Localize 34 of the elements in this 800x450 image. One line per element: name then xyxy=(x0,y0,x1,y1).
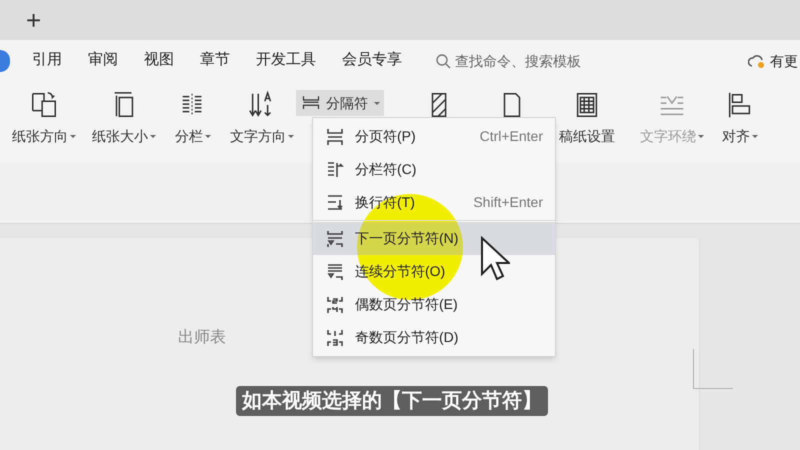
video-subtitle: 如本视频选择的【下一页分节符】 xyxy=(236,386,548,416)
mouse-cursor-icon xyxy=(480,236,510,282)
menu-item[interactable]: 偶数页分节符(E) xyxy=(313,288,555,321)
menu-tab[interactable]: 开发工具 xyxy=(244,48,328,74)
menu-tab[interactable]: 会员专享 xyxy=(330,48,414,74)
search-icon xyxy=(436,54,451,68)
line-break-icon xyxy=(325,192,345,212)
cloud-icon[interactable] xyxy=(748,53,766,69)
ribbon-button[interactable]: 纸张方向 xyxy=(4,86,84,147)
section-break-icon xyxy=(325,228,345,248)
even-page-icon xyxy=(325,294,345,314)
menu-tab[interactable]: 章节 xyxy=(188,48,242,74)
menu-item[interactable]: 换行符(T) Shift+Enter xyxy=(313,186,555,219)
menu-item[interactable]: 奇数页分节符(D) xyxy=(313,321,555,354)
ribbon-button[interactable]: 对齐 xyxy=(714,86,766,147)
column-break-icon xyxy=(325,160,345,180)
search-field[interactable]: 查找命令、搜索模板 xyxy=(436,50,581,72)
app-logo-icon xyxy=(0,50,10,72)
page-break-icon xyxy=(325,126,345,146)
menu-tab[interactable]: 视图 xyxy=(132,48,186,74)
ribbon-button[interactable]: 分栏 xyxy=(164,86,222,147)
menu-tab[interactable]: 审阅 xyxy=(76,48,130,74)
menu-item[interactable]: 分栏符(C) xyxy=(313,153,555,186)
ribbon-button[interactable]: 纸张大小 xyxy=(84,86,164,147)
page-rotate-icon xyxy=(29,90,59,120)
document-heading: 出师表 xyxy=(178,328,226,348)
separator-dropdown-button[interactable]: 分隔符 xyxy=(296,90,384,116)
section-break-icon xyxy=(325,262,345,282)
odd-page-icon xyxy=(325,328,345,348)
menu-tab[interactable]: 引用 xyxy=(20,48,74,74)
margin-corner-mark xyxy=(693,349,733,389)
new-tab-button[interactable]: + xyxy=(26,7,42,33)
cloud-label[interactable]: 有更 xyxy=(770,50,798,72)
page-break-icon xyxy=(300,94,322,112)
